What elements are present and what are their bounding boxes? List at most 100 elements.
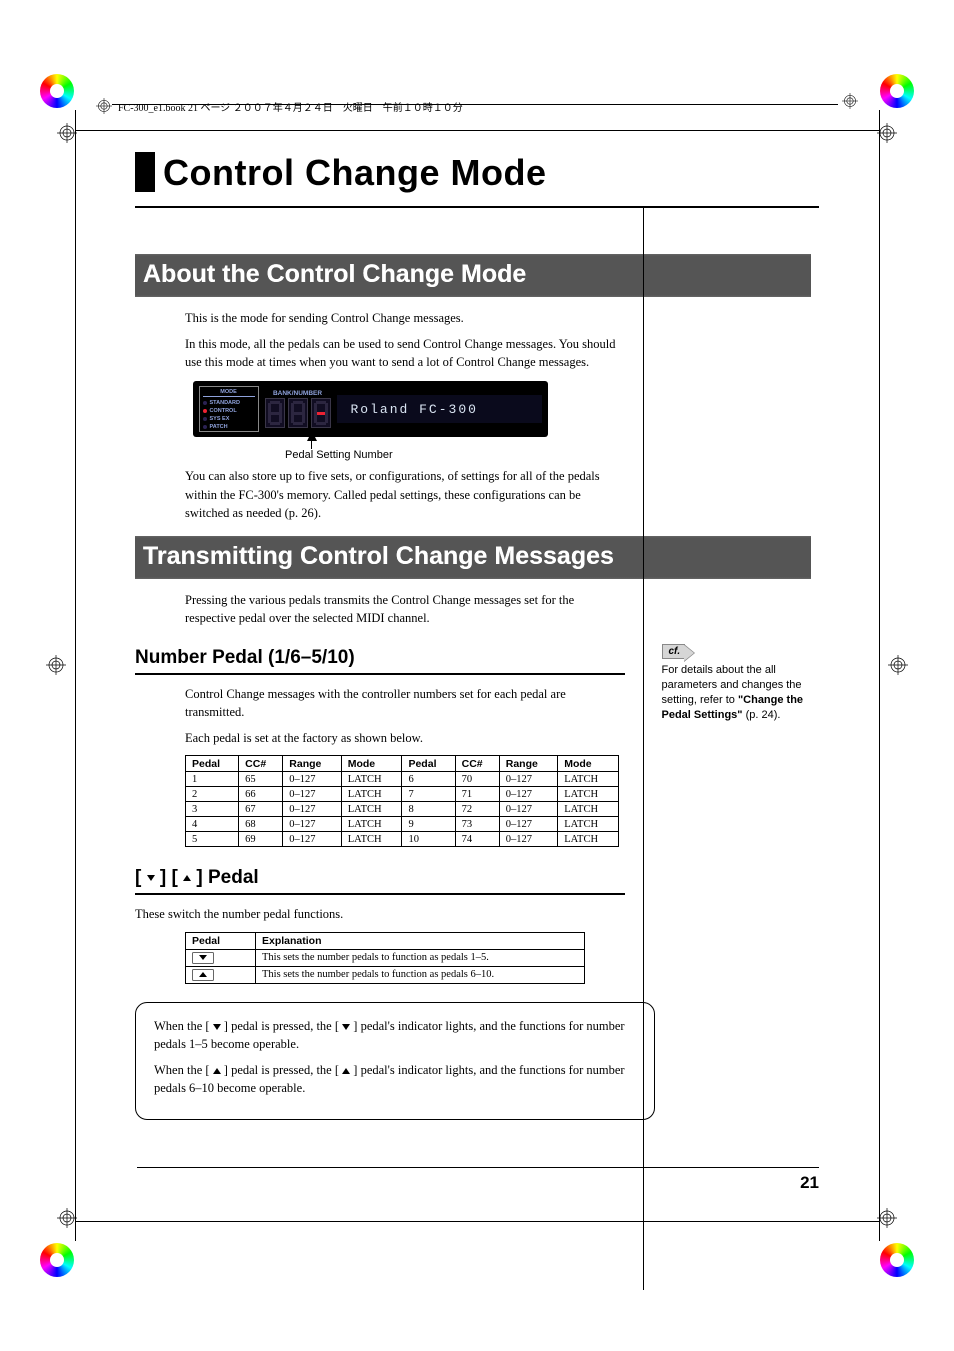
table-header: Pedal bbox=[402, 756, 455, 772]
table-cell: 0–127 bbox=[499, 817, 557, 832]
seven-segment-icon bbox=[265, 398, 285, 428]
table-cell: 0–127 bbox=[499, 832, 557, 847]
crop-line bbox=[879, 110, 880, 1241]
table-cell: LATCH bbox=[341, 787, 402, 802]
table-cell: 73 bbox=[455, 817, 499, 832]
body-paragraph: Pressing the various pedals transmits th… bbox=[185, 591, 625, 627]
table-cell: 9 bbox=[402, 817, 455, 832]
table-cell: 4 bbox=[186, 817, 239, 832]
mode-item-label: CONTROL bbox=[210, 408, 237, 414]
table-cell: 68 bbox=[239, 817, 283, 832]
crop-line bbox=[75, 130, 879, 131]
device-figure: MODE STANDARD CONTROL SYS EX PATCH BANK/… bbox=[185, 381, 555, 461]
device-bank-panel: BANK/NUMBER bbox=[265, 390, 331, 428]
pointer-arrow-icon bbox=[311, 439, 313, 449]
table-cell: 10 bbox=[402, 832, 455, 847]
crop-line bbox=[75, 110, 76, 1241]
note-paragraph: When the [ ] pedal is pressed, the [ ] p… bbox=[154, 1017, 636, 1053]
triangle-down-icon bbox=[199, 955, 207, 960]
table-cell: 0–127 bbox=[283, 832, 341, 847]
crop-line bbox=[75, 1221, 879, 1222]
table-cell: 0–127 bbox=[283, 802, 341, 817]
table-cell: This sets the number pedals to function … bbox=[256, 949, 585, 966]
pedal-key-icon bbox=[192, 952, 214, 964]
table-cell: LATCH bbox=[558, 787, 619, 802]
table-header: Explanation bbox=[256, 932, 585, 949]
table-cell: LATCH bbox=[558, 832, 619, 847]
table-cell: 7 bbox=[402, 787, 455, 802]
registration-mark-icon bbox=[96, 98, 112, 114]
registration-mark-icon bbox=[888, 655, 908, 675]
table-cell bbox=[186, 966, 256, 983]
table-header: Mode bbox=[341, 756, 402, 772]
registration-mark-icon bbox=[842, 93, 858, 109]
note-paragraph: When the [ ] pedal is pressed, the [ ] p… bbox=[154, 1061, 636, 1097]
table-cell: 0–127 bbox=[283, 772, 341, 787]
triangle-down-icon bbox=[147, 875, 155, 881]
subsection-heading: [ ] [ ] Pedal bbox=[135, 867, 625, 895]
table-cell: LATCH bbox=[341, 802, 402, 817]
table-header: Mode bbox=[558, 756, 619, 772]
table-cell: 3 bbox=[186, 802, 239, 817]
triangle-down-icon bbox=[342, 1024, 350, 1030]
table-cell: 0–127 bbox=[499, 772, 557, 787]
table-cell: 0–127 bbox=[283, 787, 341, 802]
table-cell: This sets the number pedals to function … bbox=[256, 966, 585, 983]
table-cell bbox=[186, 949, 256, 966]
table-cell: LATCH bbox=[341, 772, 402, 787]
mode-item-label: SYS EX bbox=[210, 416, 230, 422]
bank-label: BANK/NUMBER bbox=[273, 390, 322, 397]
device-mode-panel: MODE STANDARD CONTROL SYS EX PATCH bbox=[199, 386, 259, 432]
table-cell: 1 bbox=[186, 772, 239, 787]
table-header: Range bbox=[499, 756, 557, 772]
table-cell: 2 bbox=[186, 787, 239, 802]
table-header: Pedal bbox=[186, 756, 239, 772]
chapter-title: Control Change Mode bbox=[163, 152, 819, 194]
page-number: 21 bbox=[800, 1173, 819, 1193]
figure-caption: Pedal Setting Number bbox=[285, 449, 393, 461]
table-header: Range bbox=[283, 756, 341, 772]
triangle-up-icon bbox=[199, 972, 207, 977]
table-cell: 70 bbox=[455, 772, 499, 787]
body-paragraph: These switch the number pedal functions. bbox=[135, 905, 625, 923]
triangle-up-icon bbox=[213, 1068, 221, 1074]
body-paragraph: Each pedal is set at the factory as show… bbox=[185, 729, 625, 747]
table-cell: 0–127 bbox=[499, 787, 557, 802]
registration-mark-icon bbox=[46, 655, 66, 675]
table-cell: LATCH bbox=[341, 832, 402, 847]
body-paragraph: You can also store up to five sets, or c… bbox=[185, 467, 625, 521]
registration-mark-icon bbox=[877, 1208, 897, 1228]
mode-header-label: MODE bbox=[203, 389, 255, 397]
seven-segment-icon bbox=[311, 398, 331, 428]
table-cell: 0–127 bbox=[283, 817, 341, 832]
header-rule bbox=[112, 104, 838, 105]
chapter-marker-icon bbox=[135, 152, 155, 192]
side-column: cf. For details about the all parameters… bbox=[662, 254, 820, 1120]
mode-item-label: PATCH bbox=[210, 424, 228, 430]
body-paragraph: In this mode, all the pedals can be used… bbox=[185, 335, 625, 371]
mode-item-label: STANDARD bbox=[210, 400, 240, 406]
table-cell: 6 bbox=[402, 772, 455, 787]
table-cell: 71 bbox=[455, 787, 499, 802]
main-column: About the Control Change Mode This is th… bbox=[135, 254, 625, 1120]
header-text: FC-300_e1.book 21 ページ ２００７年４月２４日 火曜日 午前１… bbox=[118, 99, 463, 114]
note-box: When the [ ] pedal is pressed, the [ ] p… bbox=[135, 1002, 655, 1121]
table-cell: LATCH bbox=[558, 772, 619, 787]
table-header: CC# bbox=[455, 756, 499, 772]
table-header: CC# bbox=[239, 756, 283, 772]
color-registration-corner bbox=[880, 1243, 914, 1277]
triangle-down-icon bbox=[213, 1024, 221, 1030]
column-divider bbox=[643, 208, 644, 1290]
color-registration-corner bbox=[40, 1243, 74, 1277]
table-header: Pedal bbox=[186, 932, 256, 949]
table-cell: 8 bbox=[402, 802, 455, 817]
table-cell: 5 bbox=[186, 832, 239, 847]
table-cell: LATCH bbox=[341, 817, 402, 832]
table-cell: 65 bbox=[239, 772, 283, 787]
device-lcd: Roland FC-300 bbox=[337, 395, 542, 423]
pedal-factory-table: Pedal CC# Range Mode Pedal CC# Range Mod… bbox=[185, 755, 619, 847]
triangle-up-icon bbox=[183, 875, 191, 881]
triangle-up-icon bbox=[342, 1068, 350, 1074]
table-cell: LATCH bbox=[558, 817, 619, 832]
pedal-key-icon bbox=[192, 969, 214, 981]
